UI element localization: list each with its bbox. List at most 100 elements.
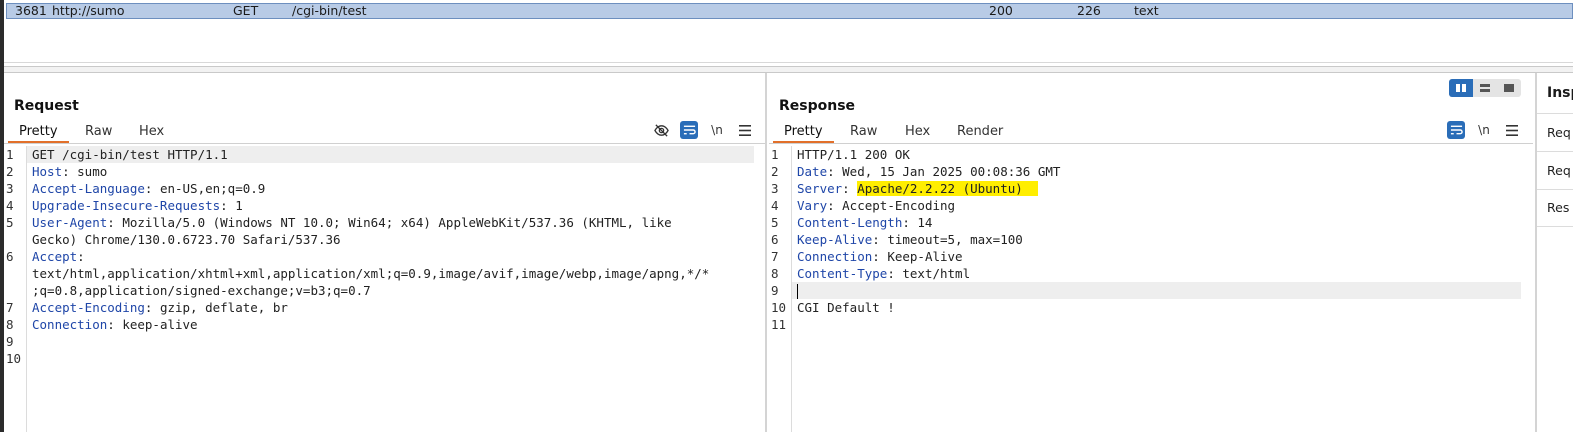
header-value: : Mozilla/5.0 (Windows NT 10.0; Win64; x… (107, 215, 672, 230)
header-value: : (77, 249, 85, 264)
request-panel: Request Pretty Raw Hex \n 1 GET /cgi-bin/… (4, 73, 765, 432)
line-code: CGI Default ! (797, 299, 895, 316)
header-name: Date (797, 164, 828, 179)
line-number: 6 (771, 232, 779, 247)
inspector-divider (1537, 151, 1573, 152)
response-tab-hex[interactable]: Hex (905, 124, 930, 139)
header-name: Accept (32, 249, 78, 264)
wrap-icon[interactable] (1447, 121, 1465, 139)
wrap-icon[interactable] (680, 121, 698, 139)
line-code (797, 282, 798, 299)
header-name: Connection (32, 317, 108, 332)
request-tab-pretty[interactable]: Pretty (19, 124, 58, 139)
line-number: 3 (771, 181, 779, 196)
request-tabs: Pretty Raw Hex \n (4, 121, 765, 144)
line-code: GET /cgi-bin/test HTTP/1.1 (32, 146, 228, 163)
history-method: GET (233, 3, 259, 18)
inspector-item-request-headers[interactable]: Req (1547, 163, 1571, 178)
line-code: Host: sumo (32, 163, 107, 180)
response-tabs: Pretty Raw Hex Render \n (769, 121, 1533, 144)
search-highlight-pad (1022, 181, 1038, 196)
line-number: 8 (6, 317, 14, 332)
history-host: http://sumo (52, 3, 125, 18)
line-code: User-Agent: Mozilla/5.0 (Windows NT 10.0… (32, 214, 672, 231)
newline-icon[interactable]: \n (708, 121, 726, 139)
header-value: : Wed, 15 Jan 2025 00:08:36 GMT (827, 164, 1061, 179)
header-name: Content-Length (797, 215, 903, 230)
header-name: User-Agent (32, 215, 108, 230)
header-value: CGI Default ! (797, 300, 895, 315)
line-number: 7 (6, 300, 14, 315)
header-name: Keep-Alive (797, 232, 873, 247)
history-url: /cgi-bin/test (292, 3, 367, 18)
header-value: : 14 (902, 215, 933, 230)
line-code: Content-Length: 14 (797, 214, 932, 231)
header-value: GET /cgi-bin/test HTTP/1.1 (32, 147, 228, 162)
line-number: 8 (771, 266, 779, 281)
newline-icon[interactable]: \n (1475, 121, 1493, 139)
header-value: : gzip, deflate, br (144, 300, 288, 315)
request-tab-raw[interactable]: Raw (85, 124, 112, 139)
line-number: 5 (771, 215, 779, 230)
history-row-selected[interactable]: 3681 http://sumo GET /cgi-bin/test 200 2… (6, 3, 1573, 19)
history-mime: text (1134, 3, 1159, 18)
line-code: Keep-Alive: timeout=5, max=100 (797, 231, 1023, 248)
history-bottom-border (4, 62, 1573, 63)
line-code: Vary: Accept-Encoding (797, 197, 955, 214)
inspector-item-response-headers[interactable]: Res (1547, 200, 1569, 215)
line-number: 9 (6, 334, 14, 349)
request-tab-hex[interactable]: Hex (139, 124, 164, 139)
line-number: 2 (6, 164, 14, 179)
history-id: 3681 (15, 3, 47, 18)
line-code: ;q=0.8,application/signed-exchange;v=b3;… (32, 282, 371, 299)
split-horizontal-icon[interactable] (1449, 79, 1473, 97)
request-title: Request (14, 98, 79, 114)
menu-icon[interactable] (1503, 121, 1521, 139)
line-number: 6 (6, 249, 14, 264)
panel-separator[interactable] (765, 73, 767, 432)
response-tab-raw[interactable]: Raw (850, 124, 877, 139)
header-value: : Accept-Encoding (827, 198, 956, 213)
header-value: : Keep-Alive (872, 249, 963, 264)
header-name: Server (797, 181, 843, 196)
line-code: Server: Apache/2.2.22 (Ubuntu) (797, 180, 1038, 197)
line-code: Connection: Keep-Alive (797, 248, 963, 265)
inspector-divider (1537, 226, 1573, 227)
line-code: Accept-Language: en-US,en;q=0.9 (32, 180, 265, 197)
line-number: 1 (771, 147, 779, 162)
response-title: Response (779, 98, 856, 114)
line-code: text/html,application/xhtml+xml,applicat… (32, 265, 709, 282)
inspector-item-request-attributes[interactable]: Req (1547, 125, 1571, 140)
search-highlight: Apache/2.2.22 (Ubuntu) (857, 181, 1023, 196)
inspector-panel: Insp Req Req Res (1535, 73, 1573, 432)
line-number: 11 (771, 317, 787, 332)
line-code: Content-Type: text/html (797, 265, 970, 282)
line-code: HTTP/1.1 200 OK (797, 146, 910, 163)
line-number: 3 (6, 181, 14, 196)
line-number: 9 (771, 283, 779, 298)
response-tab-pretty[interactable]: Pretty (784, 124, 823, 139)
request-tab-active-indicator (8, 141, 69, 143)
text-caret (797, 284, 798, 299)
line-code: Connection: keep-alive (32, 316, 198, 333)
response-tab-render[interactable]: Render (957, 124, 1003, 139)
menu-icon[interactable] (736, 121, 754, 139)
line-number: 10 (6, 351, 22, 366)
line-code: Accept: (32, 248, 85, 265)
header-value: HTTP/1.1 200 OK (797, 147, 910, 162)
line-code: Date: Wed, 15 Jan 2025 00:08:36 GMT (797, 163, 1060, 180)
split-vertical-icon[interactable] (1473, 79, 1497, 97)
header-value: : sumo (62, 164, 108, 179)
line-number: 10 (771, 300, 787, 315)
inspector-divider (1537, 113, 1573, 114)
line-code: Accept-Encoding: gzip, deflate, br (32, 299, 288, 316)
response-tab-active-indicator (773, 141, 834, 143)
eye-off-icon[interactable] (652, 121, 670, 139)
single-pane-icon[interactable] (1497, 79, 1521, 97)
inspector-title: Insp (1547, 85, 1573, 101)
inspector-divider (1537, 189, 1573, 190)
history-length: 226 (1077, 3, 1101, 18)
splitter-handle[interactable] (4, 66, 1573, 73)
header-value: : text/html (887, 266, 971, 281)
line-number: 1 (6, 147, 14, 162)
